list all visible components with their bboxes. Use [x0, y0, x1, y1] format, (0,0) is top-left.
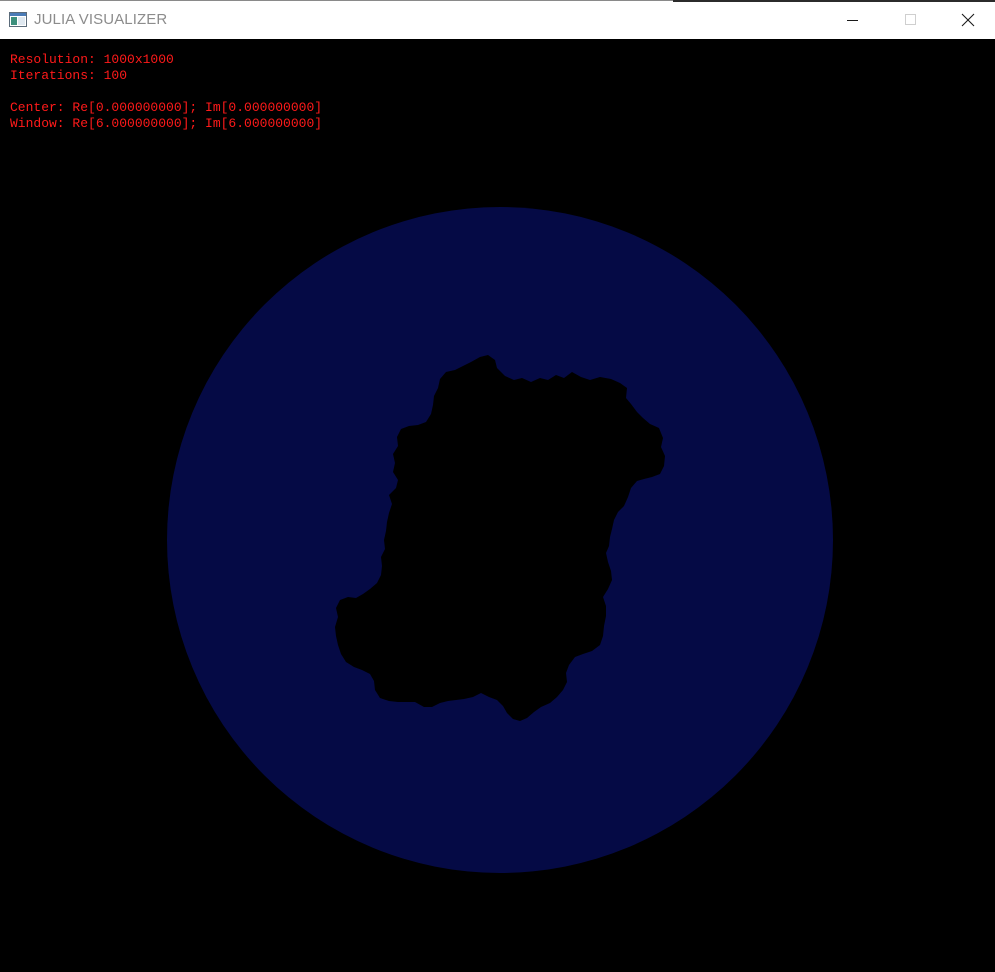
close-icon — [961, 13, 974, 27]
julia-fractal — [167, 207, 833, 873]
maximize-icon — [905, 14, 916, 25]
app-window-icon — [9, 12, 27, 27]
window-readout: Window: Re[6.000000000]; Im[6.000000000] — [10, 116, 323, 131]
window-title: JULIA VISUALIZER — [34, 11, 168, 28]
close-button[interactable] — [940, 1, 995, 39]
minimize-icon — [847, 20, 858, 21]
minimize-button[interactable] — [824, 1, 882, 39]
maximize-button[interactable] — [882, 1, 940, 39]
render-canvas[interactable]: Resolution: 1000x1000 Iterations: 100 Ce… — [0, 39, 995, 972]
title-bar[interactable]: JULIA VISUALIZER — [0, 0, 995, 39]
julia-visualizer-window: JULIA VISUALIZER Resolution: 1000x1000 I… — [0, 0, 995, 972]
iterations-readout: Iterations: 100 — [10, 68, 128, 83]
center-readout: Center: Re[0.000000000]; Im[0.000000000] — [10, 100, 323, 115]
resolution-readout: Resolution: 1000x1000 — [10, 52, 174, 67]
